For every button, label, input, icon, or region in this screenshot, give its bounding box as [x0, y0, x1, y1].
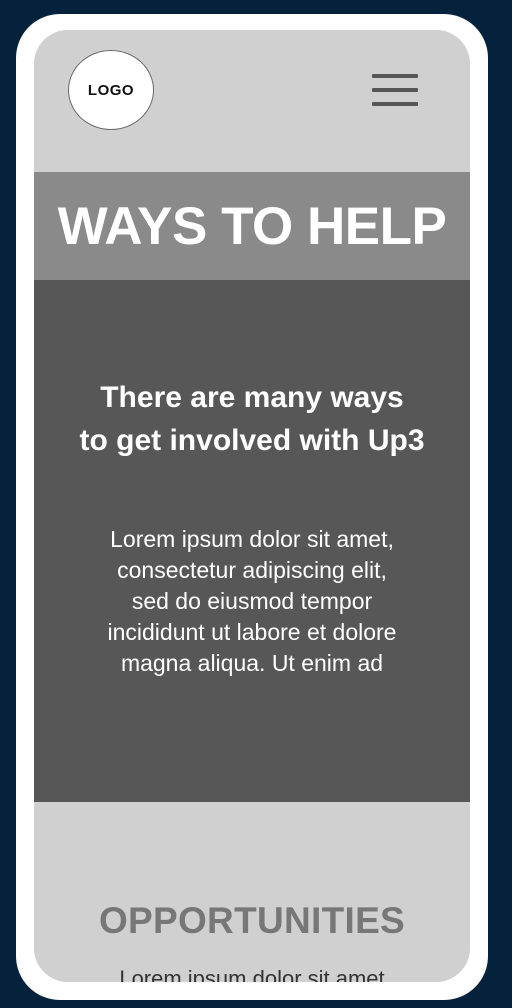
intro-body-line-1: Lorem ipsum dolor sit amet, — [110, 526, 394, 552]
intro-body-line-5: magna aliqua. Ut enim ad — [120, 650, 384, 676]
menu-bar-middle — [372, 88, 418, 92]
menu-bar-bottom — [372, 102, 418, 106]
site-header: LOGO — [34, 30, 470, 172]
mobile-screen: LOGO WAYS TO HELP There are many ways to… — [34, 30, 470, 982]
opportunities-heading: OPPORTUNITIES — [98, 900, 406, 941]
opportunities-body-peek: Lorem ipsum dolor sit amet — [119, 966, 385, 982]
device-frame: LOGO WAYS TO HELP There are many ways to… — [16, 14, 488, 1000]
intro-body: Lorem ipsum dolor sit amet, consectetur … — [64, 524, 440, 679]
intro-heading: There are many ways to get involved with… — [34, 376, 470, 462]
menu-bar-top — [372, 74, 418, 78]
opportunities-section: OPPORTUNITIES Lorem ipsum dolor sit amet — [34, 802, 470, 982]
intro-body-line-2: consectetur adipiscing elit, — [117, 557, 387, 583]
intro-body-line-4: incididunt ut labore et dolore — [107, 619, 397, 645]
hero-banner: WAYS TO HELP — [34, 172, 470, 280]
logo[interactable]: LOGO — [68, 50, 154, 130]
hamburger-menu-icon[interactable] — [372, 74, 418, 108]
intro-body-line-3: sed do eiusmod tempor — [131, 588, 373, 614]
intro-heading-line-1: There are many ways — [100, 381, 404, 414]
intro-heading-line-2: to get involved with Up3 — [79, 424, 425, 457]
intro-section: There are many ways to get involved with… — [34, 280, 470, 802]
page-title: WAYS TO HELP — [57, 196, 447, 256]
